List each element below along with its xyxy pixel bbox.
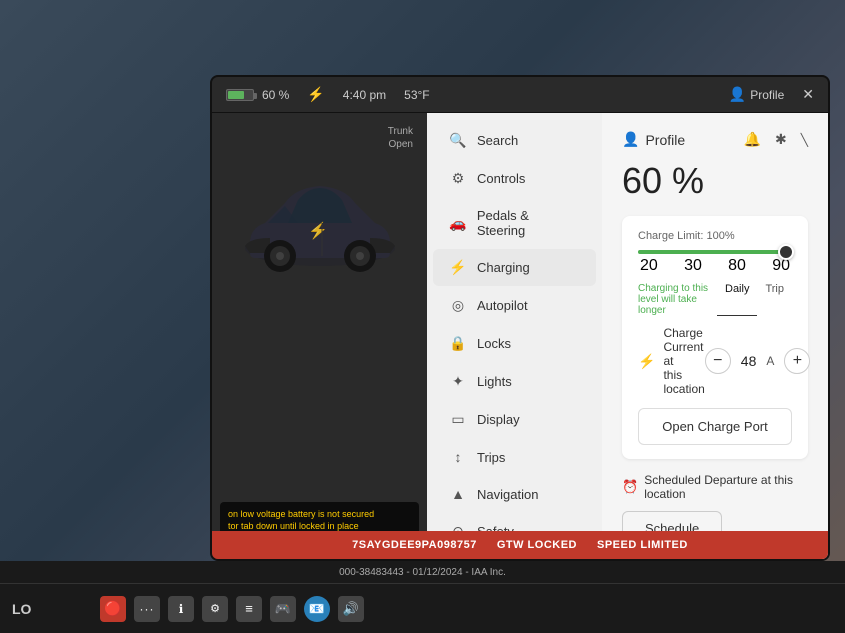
charging-icon: ⚡: [449, 259, 467, 276]
controls-icon: ⚙: [449, 170, 467, 187]
charge-current-left: ⚡ Charge Current at this location: [638, 326, 705, 396]
charge-card: Charge Limit: 100% 20 30 80 90 Charging …: [622, 216, 808, 459]
car-image: ⚡: [212, 143, 427, 303]
charge-current-control: − 48 A +: [705, 348, 811, 374]
status-bar: 60 % ⚡ 4:40 pm 53°F 👤 Profile ✕: [212, 77, 828, 113]
notification-icon[interactable]: 🔔: [744, 131, 761, 148]
svg-text:⚡: ⚡: [308, 221, 328, 240]
profile-link[interactable]: 👤 Profile: [729, 86, 784, 103]
battery-fill: [228, 91, 244, 99]
tab-daily[interactable]: Daily: [717, 283, 757, 316]
sidebar-item-autopilot[interactable]: ◎ Autopilot: [433, 287, 596, 324]
trips-icon: ↕: [449, 449, 467, 465]
current-unit: A: [766, 354, 774, 368]
charging-panel: 👤 Profile 🔔 ✱ ╲ 60 % Charge Limit: 100%: [602, 113, 828, 559]
profile-title: 👤 Profile: [622, 131, 685, 148]
profile-header: 👤 Profile 🔔 ✱ ╲: [622, 131, 808, 148]
sidebar-item-navigation[interactable]: ▲ Navigation: [433, 476, 596, 512]
increase-current-button[interactable]: +: [784, 348, 810, 374]
taskbar: LO 🔴 ··· ℹ ⚙ ≡ 🎮 📧 🔊: [0, 583, 845, 633]
battery-tip: [254, 93, 257, 99]
taskbar-label: LO: [12, 601, 31, 617]
taskbar-icon-red[interactable]: 🔴: [100, 596, 126, 622]
scheduled-departure-row: ⏰ Scheduled Departure at this location: [622, 473, 808, 501]
bottom-info-text: 000-38483443 - 01/12/2024 - IAA Inc.: [339, 567, 506, 578]
sidebar-item-pedals[interactable]: 🚗 Pedals & Steering: [433, 198, 596, 248]
slider-ticks: 20 30 80 90: [638, 257, 792, 275]
pedals-icon: 🚗: [449, 215, 467, 232]
scheduled-departure-label: Scheduled Departure at this location: [644, 473, 808, 501]
current-value: 48: [741, 353, 757, 369]
red-status-bar: 7SAYGDEE9PA098757 GTW LOCKED SPEED LIMIT…: [212, 531, 828, 559]
display-icon: ▭: [449, 411, 467, 428]
temperature-display: 53°F: [404, 88, 429, 102]
charge-limit-label: Charge Limit: 100%: [638, 230, 792, 242]
tick-1: 20: [640, 257, 658, 275]
lights-icon: ✦: [449, 373, 467, 390]
taskbar-icon-game[interactable]: 🎮: [270, 596, 296, 622]
charge-slider[interactable]: 20 30 80 90: [638, 250, 792, 275]
taskbar-icon-menu[interactable]: ≡: [236, 596, 262, 622]
sidebar-item-trips[interactable]: ↕ Trips: [433, 439, 596, 475]
sidebar: 🔍 Search ⚙ Controls 🚗 Pedals & Steering …: [427, 113, 602, 559]
charge-tabs: Charging to this level will take longer …: [638, 283, 792, 316]
gtw-locked: GTW LOCKED: [497, 539, 577, 551]
profile-icons: 🔔 ✱ ╲: [744, 131, 808, 148]
taskbar-icon-dots[interactable]: ···: [134, 596, 160, 622]
clock-icon: ⏰: [622, 479, 638, 495]
sidebar-item-display[interactable]: ▭ Display: [433, 401, 596, 438]
slider-thumb[interactable]: [778, 244, 794, 260]
sidebar-item-lights[interactable]: ✦ Lights: [433, 363, 596, 400]
tick-3: 80: [728, 257, 746, 275]
tesla-screen: 60 % ⚡ 4:40 pm 53°F 👤 Profile ✕ Trunk Op…: [210, 75, 830, 561]
time-display: 4:40 pm: [343, 88, 386, 102]
vin-display: 7SAYGDEE9PA098757: [352, 539, 477, 551]
charge-percent: 60 %: [622, 160, 808, 202]
tab-trip[interactable]: Trip: [757, 283, 792, 316]
open-charge-port-button[interactable]: Open Charge Port: [638, 408, 792, 445]
sidebar-item-search[interactable]: 🔍 Search: [433, 122, 596, 159]
taskbar-icons: 🔴 ··· ℹ ⚙ ≡ 🎮 📧 🔊: [100, 596, 364, 622]
taskbar-left: LO: [12, 601, 92, 617]
charge-current-icon: ⚡: [638, 353, 655, 370]
car-silhouette: ⚡: [230, 158, 410, 288]
taskbar-icon-info[interactable]: ℹ: [168, 596, 194, 622]
sidebar-item-locks[interactable]: 🔒 Locks: [433, 325, 596, 362]
close-icon[interactable]: ✕: [802, 86, 814, 103]
navigation-icon: ▲: [449, 486, 467, 502]
trunk-label: Trunk: [388, 125, 413, 138]
charge-current-label: Charge Current at this location: [663, 326, 704, 396]
taskbar-icon-mail[interactable]: 📧: [304, 596, 330, 622]
decrease-current-button[interactable]: −: [705, 348, 731, 374]
tick-2: 30: [684, 257, 702, 275]
battery-percent: 60 %: [262, 88, 289, 102]
locks-icon: 🔒: [449, 335, 467, 352]
sidebar-item-charging[interactable]: ⚡ Charging: [433, 249, 596, 286]
slider-track: [638, 250, 792, 254]
sidebar-item-controls[interactable]: ⚙ Controls: [433, 160, 596, 197]
taskbar-icon-apps[interactable]: ⚙: [202, 596, 228, 622]
speed-limited: SPEED LIMITED: [597, 539, 688, 551]
charge-current-row: ⚡ Charge Current at this location − 48 A…: [638, 326, 792, 396]
battery-indicator: 60 %: [226, 88, 289, 102]
search-icon: 🔍: [449, 132, 467, 149]
bottom-info-bar: 000-38483443 - 01/12/2024 - IAA Inc.: [0, 561, 845, 583]
bluetooth-icon[interactable]: ✱: [775, 131, 787, 148]
taskbar-icon-volume[interactable]: 🔊: [338, 596, 364, 622]
charge-hint: Charging to this level will take longer: [638, 283, 717, 316]
main-content: Trunk Open: [212, 113, 828, 559]
car-area: Trunk Open: [212, 113, 427, 559]
close-profile-icon[interactable]: ╲: [801, 133, 808, 147]
autopilot-icon: ◎: [449, 297, 467, 314]
charging-bolt: ⚡: [307, 86, 324, 103]
battery-bar: [226, 89, 254, 101]
profile-icon: 👤: [622, 131, 639, 148]
slider-fill: [638, 250, 792, 254]
